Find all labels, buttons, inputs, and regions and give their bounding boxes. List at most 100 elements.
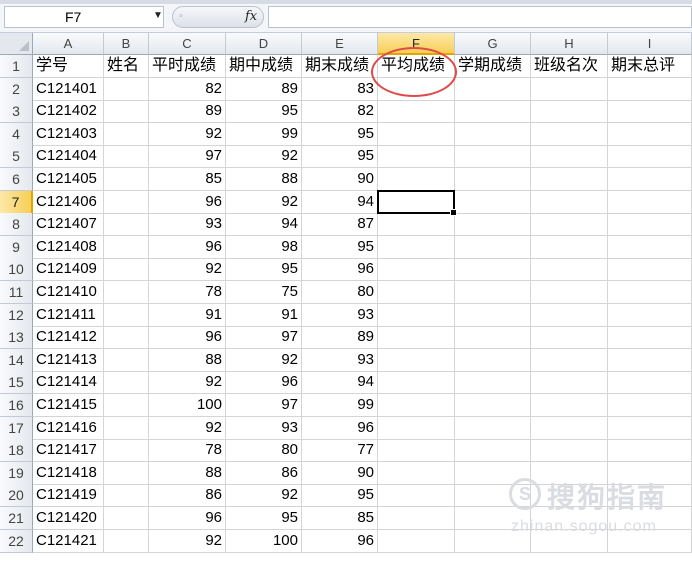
- cell-h10[interactable]: [531, 258, 608, 282]
- column-header-g[interactable]: G: [455, 33, 531, 55]
- cell-a9[interactable]: C121408: [33, 235, 104, 259]
- row-header-9[interactable]: 9: [0, 235, 33, 259]
- resize-handle-icon[interactable]: ◦: [179, 10, 183, 22]
- cell-g5[interactable]: [455, 145, 531, 169]
- row-header-19[interactable]: 19: [0, 461, 33, 485]
- row-header-10[interactable]: 10: [0, 258, 33, 282]
- cell-i11[interactable]: [608, 281, 692, 304]
- cell-b4[interactable]: [104, 122, 149, 146]
- cell-b11[interactable]: [104, 281, 149, 304]
- cell-b16[interactable]: [104, 394, 149, 417]
- cell-h11[interactable]: [531, 281, 608, 304]
- cell-e11[interactable]: 80: [302, 281, 378, 304]
- cell-g16[interactable]: [455, 394, 531, 417]
- cell-d14[interactable]: 92: [226, 348, 302, 372]
- cell-f4[interactable]: [378, 122, 455, 146]
- cell-i12[interactable]: [608, 303, 692, 327]
- cell-g10[interactable]: [455, 258, 531, 282]
- cell-e17[interactable]: 96: [302, 416, 378, 440]
- cell-a1[interactable]: 学号: [33, 55, 104, 78]
- insert-function-icon[interactable]: fx: [245, 9, 257, 24]
- cell-c5[interactable]: 97: [149, 145, 226, 169]
- cell-f9[interactable]: [378, 235, 455, 259]
- cell-a8[interactable]: C121407: [33, 213, 104, 237]
- cell-e4[interactable]: 95: [302, 122, 378, 146]
- cell-d13[interactable]: 97: [226, 326, 302, 350]
- cell-g1[interactable]: 学期成绩: [455, 55, 531, 78]
- cell-c20[interactable]: 86: [149, 484, 226, 508]
- cell-c1[interactable]: 平时成绩: [149, 55, 226, 78]
- row-header-13[interactable]: 13: [0, 326, 33, 350]
- cell-a16[interactable]: C121415: [33, 394, 104, 417]
- cell-a6[interactable]: C121405: [33, 168, 104, 191]
- column-header-b[interactable]: B: [104, 33, 149, 55]
- cell-c21[interactable]: 96: [149, 507, 226, 530]
- cell-e19[interactable]: 90: [302, 461, 378, 485]
- cell-a11[interactable]: C121410: [33, 281, 104, 304]
- cell-b6[interactable]: [104, 168, 149, 191]
- cell-e6[interactable]: 90: [302, 168, 378, 191]
- cell-i9[interactable]: [608, 235, 692, 259]
- cell-a4[interactable]: C121403: [33, 122, 104, 146]
- active-cell-selection[interactable]: [377, 189, 457, 216]
- row-header-6[interactable]: 6: [0, 168, 33, 191]
- cell-h13[interactable]: [531, 326, 608, 350]
- cell-g15[interactable]: [455, 371, 531, 395]
- cell-h4[interactable]: [531, 122, 608, 146]
- cell-b12[interactable]: [104, 303, 149, 327]
- cell-h17[interactable]: [531, 416, 608, 440]
- cell-f13[interactable]: [378, 326, 455, 350]
- cell-h1[interactable]: 班级名次: [531, 55, 608, 78]
- cell-c12[interactable]: 91: [149, 303, 226, 327]
- cell-g9[interactable]: [455, 235, 531, 259]
- cell-e2[interactable]: 83: [302, 77, 378, 101]
- cell-a22[interactable]: C121421: [33, 529, 104, 553]
- cell-b17[interactable]: [104, 416, 149, 440]
- cell-f17[interactable]: [378, 416, 455, 440]
- column-header-h[interactable]: H: [531, 33, 608, 55]
- cell-i4[interactable]: [608, 122, 692, 146]
- row-header-5[interactable]: 5: [0, 145, 33, 169]
- cell-i6[interactable]: [608, 168, 692, 191]
- cell-a3[interactable]: C121402: [33, 100, 104, 124]
- cell-b21[interactable]: [104, 507, 149, 530]
- row-header-15[interactable]: 15: [0, 371, 33, 395]
- cell-g7[interactable]: [455, 190, 531, 214]
- cell-d21[interactable]: 95: [226, 507, 302, 530]
- cell-e7[interactable]: 94: [302, 190, 378, 214]
- cell-h3[interactable]: [531, 100, 608, 124]
- cell-b3[interactable]: [104, 100, 149, 124]
- cell-i8[interactable]: [608, 213, 692, 237]
- column-header-i[interactable]: I: [608, 33, 692, 55]
- cell-c9[interactable]: 96: [149, 235, 226, 259]
- cell-g11[interactable]: [455, 281, 531, 304]
- row-header-4[interactable]: 4: [0, 122, 33, 146]
- cell-i7[interactable]: [608, 190, 692, 214]
- cell-h14[interactable]: [531, 348, 608, 372]
- cell-i16[interactable]: [608, 394, 692, 417]
- cell-c6[interactable]: 85: [149, 168, 226, 191]
- dropdown-arrow-icon[interactable]: ▼: [153, 10, 163, 21]
- cell-d15[interactable]: 96: [226, 371, 302, 395]
- cell-b19[interactable]: [104, 461, 149, 485]
- column-header-d[interactable]: D: [226, 33, 302, 55]
- cell-i5[interactable]: [608, 145, 692, 169]
- formula-input[interactable]: [268, 6, 692, 28]
- cell-g17[interactable]: [455, 416, 531, 440]
- formula-bar-grip[interactable]: ◦ fx: [172, 6, 264, 28]
- cell-e3[interactable]: 82: [302, 100, 378, 124]
- row-header-22[interactable]: 22: [0, 529, 33, 553]
- cell-h16[interactable]: [531, 394, 608, 417]
- cell-b18[interactable]: [104, 439, 149, 463]
- cell-a19[interactable]: C121418: [33, 461, 104, 485]
- cell-f19[interactable]: [378, 461, 455, 485]
- cell-g8[interactable]: [455, 213, 531, 237]
- cell-d9[interactable]: 98: [226, 235, 302, 259]
- cell-d8[interactable]: 94: [226, 213, 302, 237]
- cell-a18[interactable]: C121417: [33, 439, 104, 463]
- cell-c7[interactable]: 96: [149, 190, 226, 214]
- cell-i2[interactable]: [608, 77, 692, 101]
- cell-f14[interactable]: [378, 348, 455, 372]
- cell-b22[interactable]: [104, 529, 149, 553]
- cell-f18[interactable]: [378, 439, 455, 463]
